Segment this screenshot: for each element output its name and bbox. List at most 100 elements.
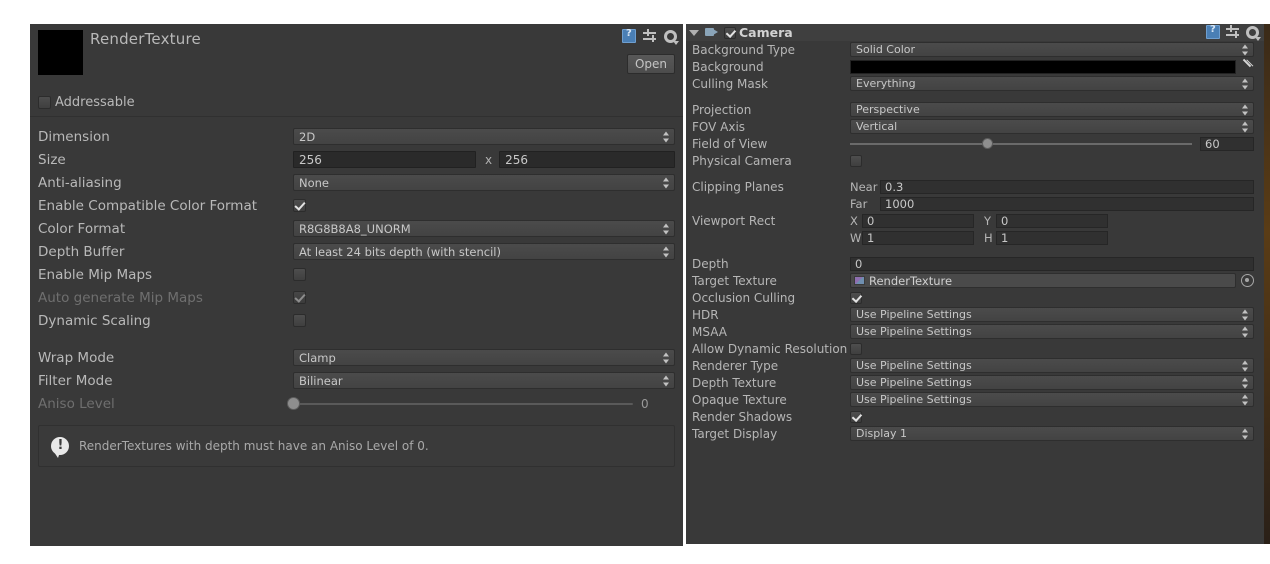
depth-texture-label: Depth Texture [692, 375, 777, 390]
size-height-input[interactable]: 256 [499, 151, 675, 168]
chevron-updown-icon [1242, 377, 1249, 388]
chevron-updown-icon [1242, 428, 1249, 439]
row-culling-mask: Culling Mask Everything [686, 75, 1264, 92]
culling-mask-dropdown[interactable]: Everything [850, 76, 1254, 91]
addressable-row: Addressable [30, 90, 683, 114]
projection-dropdown[interactable]: Perspective [850, 102, 1254, 117]
physical-camera-checkbox[interactable] [850, 154, 862, 167]
renderer-type-dropdown[interactable]: Use Pipeline Settings [850, 358, 1254, 373]
preset-icon[interactable] [1226, 25, 1240, 39]
depth-label: Depth [692, 256, 729, 271]
row-depth-texture: Depth Texture Use Pipeline Settings [686, 374, 1264, 391]
target-texture-object-field[interactable]: RenderTexture [850, 273, 1236, 288]
wrap-mode-dropdown[interactable]: Clamp [293, 349, 675, 366]
depth-texture-value: Use Pipeline Settings [856, 376, 972, 389]
eyedropper-icon[interactable] [1240, 60, 1254, 74]
slider-knob[interactable] [287, 397, 300, 410]
msaa-dropdown[interactable]: Use Pipeline Settings [850, 324, 1254, 339]
row-dimension: Dimension 2D [30, 125, 683, 148]
renderer-type-label: Renderer Type [692, 358, 779, 373]
field-of-view-input[interactable]: 60 [1200, 136, 1254, 151]
viewport-y-input[interactable]: 0 [996, 213, 1108, 228]
color-format-value: R8G8B8A8_UNORM [299, 221, 411, 236]
settings-gear-icon[interactable] [1246, 25, 1261, 41]
background-label: Background [692, 59, 764, 74]
anti-aliasing-label: Anti-aliasing [38, 174, 122, 191]
dimension-value: 2D [299, 129, 316, 144]
texture-preview-thumbnail[interactable] [38, 30, 83, 75]
render-shadows-label: Render Shadows [692, 409, 793, 424]
background-type-dropdown[interactable]: Solid Color [850, 42, 1254, 57]
clipping-far-input[interactable]: 1000 [880, 196, 1254, 211]
dimension-dropdown[interactable]: 2D [293, 128, 675, 145]
chevron-updown-icon [663, 352, 670, 363]
wrap-mode-value: Clamp [299, 350, 336, 365]
anti-aliasing-dropdown[interactable]: None [293, 174, 675, 191]
camera-component-header[interactable]: Camera [686, 24, 1264, 41]
depth-texture-dropdown[interactable]: Use Pipeline Settings [850, 375, 1254, 390]
row-wrap-mode: Wrap Mode Clamp [30, 346, 683, 369]
opaque-texture-dropdown[interactable]: Use Pipeline Settings [850, 392, 1254, 407]
row-color-format: Color Format R8G8B8A8_UNORM [30, 217, 683, 240]
chevron-updown-icon [663, 223, 670, 234]
color-format-dropdown[interactable]: R8G8B8A8_UNORM [293, 220, 675, 237]
help-book-icon[interactable] [622, 28, 636, 43]
row-filter-mode: Filter Mode Bilinear [30, 369, 683, 392]
dynamic-scaling-label: Dynamic Scaling [38, 312, 151, 329]
foldout-triangle-icon[interactable] [689, 29, 699, 36]
row-hdr: HDR Use Pipeline Settings [686, 306, 1264, 323]
render-texture-icon [854, 276, 865, 285]
hdr-dropdown[interactable]: Use Pipeline Settings [850, 307, 1254, 322]
preset-icon[interactable] [643, 29, 657, 43]
enable-compatible-color-format-checkbox[interactable] [293, 199, 306, 212]
filter-mode-value: Bilinear [299, 373, 343, 388]
row-anti-aliasing: Anti-aliasing None [30, 171, 683, 194]
viewport-x-input[interactable]: 0 [862, 213, 974, 228]
background-color-swatch[interactable] [850, 59, 1236, 74]
filter-mode-dropdown[interactable]: Bilinear [293, 372, 675, 389]
row-viewport-rect-xy: Viewport Rect X 0 Y 0 [686, 212, 1264, 229]
opaque-texture-label: Opaque Texture [692, 392, 787, 407]
object-picker-icon[interactable] [1241, 274, 1254, 287]
clipping-planes-label: Clipping Planes [692, 179, 784, 194]
aniso-level-slider[interactable] [287, 396, 633, 411]
enable-mip-maps-checkbox[interactable] [293, 268, 306, 281]
render-shadows-checkbox[interactable] [850, 410, 862, 423]
size-width-input[interactable]: 256 [293, 151, 476, 168]
occlusion-culling-checkbox[interactable] [850, 291, 862, 304]
addressable-checkbox[interactable] [38, 95, 51, 109]
chevron-updown-icon [1242, 44, 1249, 55]
depth-buffer-dropdown[interactable]: At least 24 bits depth (with stencil) [293, 243, 675, 260]
dynamic-scaling-checkbox[interactable] [293, 314, 306, 327]
viewport-w-input[interactable]: 1 [862, 230, 974, 245]
slider-knob[interactable] [981, 138, 993, 149]
chevron-updown-icon [1242, 326, 1249, 337]
chevron-updown-icon [663, 246, 670, 257]
slider-track [293, 403, 633, 405]
viewport-h-input[interactable]: 1 [996, 230, 1108, 245]
field-of-view-slider[interactable] [850, 137, 1192, 150]
target-display-label: Target Display [692, 426, 778, 441]
settings-gear-icon[interactable] [664, 29, 679, 45]
row-clipping-planes-far: Far 1000 [686, 195, 1264, 212]
field-of-view-label: Field of View [692, 136, 768, 151]
size-separator: x [485, 152, 493, 167]
row-depth: Depth 0 [686, 255, 1264, 272]
allow-dynamic-resolution-checkbox[interactable] [850, 342, 862, 355]
help-book-icon[interactable] [1206, 24, 1220, 39]
aniso-help-box: RenderTextures with depth must have an A… [38, 425, 675, 467]
open-button[interactable]: Open [627, 54, 675, 74]
target-display-dropdown[interactable]: Display 1 [850, 426, 1254, 441]
chevron-updown-icon [1242, 121, 1249, 132]
wrap-mode-label: Wrap Mode [38, 349, 115, 366]
header-icon-group [622, 28, 679, 45]
chevron-updown-icon [1242, 104, 1249, 115]
depth-input[interactable]: 0 [850, 256, 1254, 271]
fov-axis-dropdown[interactable]: Vertical [850, 119, 1254, 134]
clipping-near-input[interactable]: 0.3 [880, 179, 1254, 194]
camera-icon [705, 27, 719, 38]
chevron-updown-icon [663, 131, 670, 142]
camera-enabled-checkbox[interactable] [724, 26, 736, 39]
culling-mask-label: Culling Mask [692, 76, 768, 91]
background-type-value: Solid Color [856, 43, 916, 56]
